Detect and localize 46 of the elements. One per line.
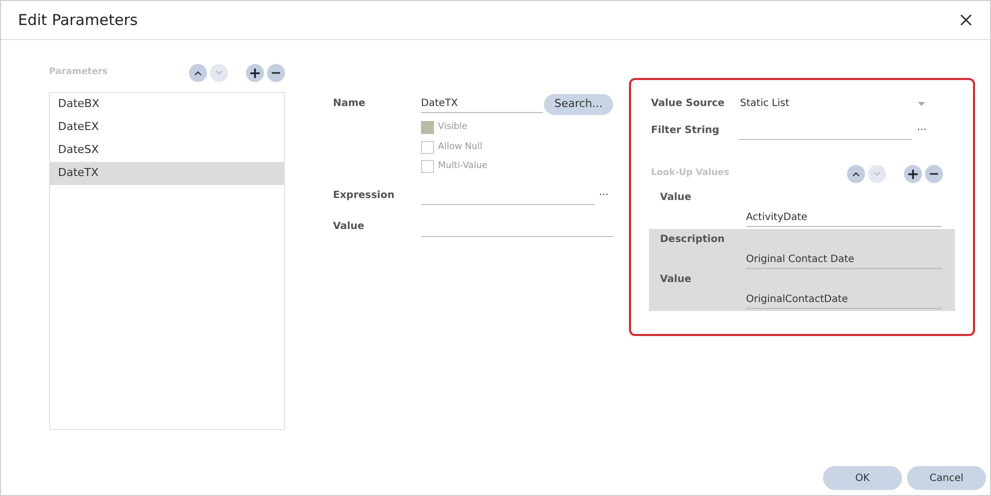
ellipsis-button[interactable]: ...: [599, 188, 609, 198]
lookup-field-label: Description: [660, 232, 726, 246]
lookup-entry[interactable]: Description Original Contact Date Value OriginalContactDate: [649, 229, 955, 311]
window-title: Edit Parameters: [18, 10, 138, 31]
ellipsis-button[interactable]: ...: [917, 123, 927, 133]
lookup-values-label: Look-Up Values: [651, 167, 730, 180]
move-up-button[interactable]: [847, 165, 865, 183]
lookup-field[interactable]: ActivityDate: [746, 209, 942, 227]
dialog-button[interactable]: OK: [823, 466, 902, 490]
value-label: Value: [333, 220, 366, 234]
name-label: Name: [333, 97, 366, 111]
dialog-button[interactable]: Cancel: [907, 466, 986, 490]
lookup-field-label: Value: [660, 190, 692, 204]
name-field[interactable]: DateTX: [421, 94, 543, 113]
close-icon: [960, 14, 972, 26]
search-button[interactable]: Search...: [544, 94, 613, 115]
parameter-item[interactable]: DateEX: [50, 116, 284, 139]
lookup-field[interactable]: OriginalContactDate: [746, 291, 942, 309]
chevron-down-icon: [215, 70, 223, 76]
lookup-field[interactable]: Original Contact Date: [746, 251, 942, 269]
filter-string-label: Filter String: [651, 124, 720, 138]
parameter-item[interactable]: DateSX: [50, 139, 284, 162]
add-button[interactable]: +: [246, 64, 264, 82]
chevron-down-icon: [873, 171, 881, 177]
checkbox-label: Multi-Value: [438, 160, 488, 173]
parameter-item[interactable]: DateTX: [50, 162, 284, 185]
value-source-dropdown[interactable]: Static List: [739, 96, 929, 111]
close-button[interactable]: [959, 13, 973, 27]
move-up-button[interactable]: [189, 64, 207, 82]
lookup-entry[interactable]: Value ActivityDate: [649, 187, 955, 229]
checkbox-label: Visible: [438, 121, 468, 134]
parameter-item[interactable]: DateBX: [50, 93, 284, 116]
checkbox-label: Allow Null: [438, 140, 482, 154]
remove-button[interactable]: −: [925, 165, 943, 183]
remove-button[interactable]: −: [267, 64, 285, 82]
add-button[interactable]: +: [904, 165, 922, 183]
checkbox[interactable]: [421, 121, 434, 134]
parameters-label: Parameters: [49, 66, 108, 80]
checkbox[interactable]: [421, 140, 434, 154]
chevron-up-icon: [852, 171, 860, 177]
chevron-up-icon: [194, 70, 202, 76]
dropdown-caret-icon: [918, 102, 925, 106]
value-source-label: Value Source: [651, 97, 726, 111]
expression-label: Expression: [333, 188, 396, 202]
lookup-field-label: Value: [660, 272, 692, 286]
checkbox[interactable]: [421, 160, 434, 174]
